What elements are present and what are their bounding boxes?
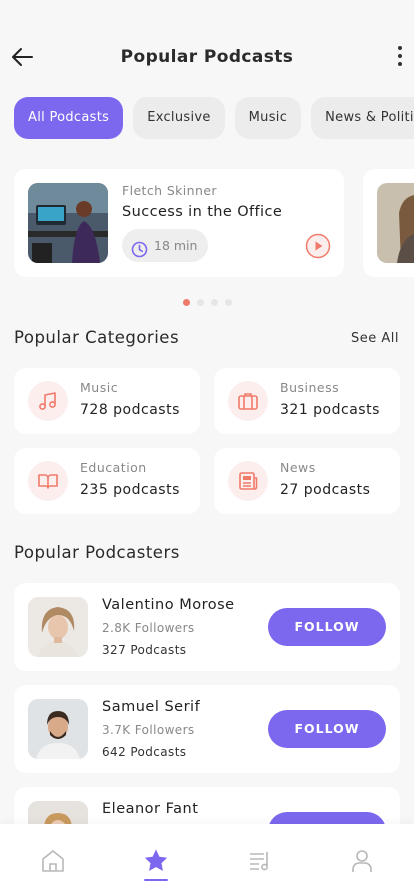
star-icon[interactable] (143, 848, 169, 874)
episode-title: Success in the Office (122, 204, 283, 220)
filter-news-politics[interactable]: News & Politics (311, 97, 414, 139)
episode-duration: 18 min (154, 238, 198, 253)
follow-button[interactable]: FOLLOW (268, 608, 386, 646)
podcaster-name: Eleanor Fant (102, 801, 199, 817)
featured-episode-card-next[interactable] (363, 169, 414, 277)
filter-all-podcasts[interactable]: All Podcasts (14, 97, 124, 139)
category-card-education[interactable]: Education 235 podcasts (14, 448, 200, 514)
podcaster-name: Samuel Serif (102, 699, 201, 715)
episode-duration-badge: 18 min (122, 229, 208, 262)
featured-episode-card[interactable]: Fletch Skinner Success in the Office 18 … (14, 169, 344, 277)
pagination-dot[interactable] (182, 299, 190, 306)
podcaster-followers: 3.7K Followers (102, 723, 195, 737)
episode-thumbnail (28, 183, 108, 263)
see-all-link[interactable]: See All (351, 331, 399, 346)
category-count: 27 podcasts (280, 482, 371, 498)
follow-button[interactable]: FOLLOW (268, 710, 386, 748)
podcaster-podcast-count: 327 Podcasts (102, 643, 187, 657)
briefcase-icon (228, 381, 268, 421)
episode-thumbnail (377, 183, 414, 263)
pagination-dot[interactable] (224, 299, 232, 306)
avatar (28, 699, 88, 759)
more-options-icon[interactable] (396, 44, 404, 70)
podcaster-card[interactable]: Valentino Morose 2.8K Followers 327 Podc… (14, 583, 400, 671)
book-icon (28, 461, 68, 501)
category-name: Music (80, 380, 119, 395)
playlist-icon[interactable] (247, 848, 273, 874)
avatar (28, 597, 88, 657)
newspaper-icon (228, 461, 268, 501)
category-name: Education (80, 460, 147, 475)
profile-icon[interactable] (349, 848, 375, 874)
clock-icon (131, 237, 148, 258)
category-name: News (280, 460, 316, 475)
category-card-music[interactable]: Music 728 podcasts (14, 368, 200, 434)
pagination-dot[interactable] (196, 299, 204, 306)
featured-carousel[interactable]: Fletch Skinner Success in the Office 18 … (14, 169, 414, 277)
podcaster-name: Valentino Morose (102, 597, 235, 613)
section-title-categories: Popular Categories (14, 328, 180, 347)
podcaster-card[interactable]: Samuel Serif 3.7K Followers 642 Podcasts… (14, 685, 400, 773)
category-card-business[interactable]: Business 321 podcasts (214, 368, 400, 434)
section-title-podcasters: Popular Podcasters (14, 543, 180, 562)
active-tab-indicator (144, 879, 168, 881)
podcaster-podcast-count: 642 Podcasts (102, 745, 187, 759)
pagination-dot[interactable] (210, 299, 218, 306)
play-icon[interactable] (305, 233, 331, 259)
header: Popular Podcasts (0, 0, 414, 100)
filter-tabs: All PodcastsExclusiveMusicNews & Politic… (14, 97, 414, 139)
carousel-pagination (0, 291, 414, 310)
home-icon[interactable] (40, 848, 66, 874)
category-count: 728 podcasts (80, 402, 180, 418)
category-name: Business (280, 380, 340, 395)
category-count: 235 podcasts (80, 482, 180, 498)
podcaster-followers: 2.8K Followers (102, 621, 195, 635)
music-note-icon (28, 381, 68, 421)
bottom-navigation (0, 824, 414, 896)
filter-exclusive[interactable]: Exclusive (133, 97, 225, 139)
filter-music[interactable]: Music (234, 97, 302, 139)
category-count: 321 podcasts (280, 402, 380, 418)
episode-author: Fletch Skinner (122, 183, 217, 198)
page-title: Popular Podcasts (120, 47, 294, 67)
category-card-news[interactable]: News 27 podcasts (214, 448, 400, 514)
